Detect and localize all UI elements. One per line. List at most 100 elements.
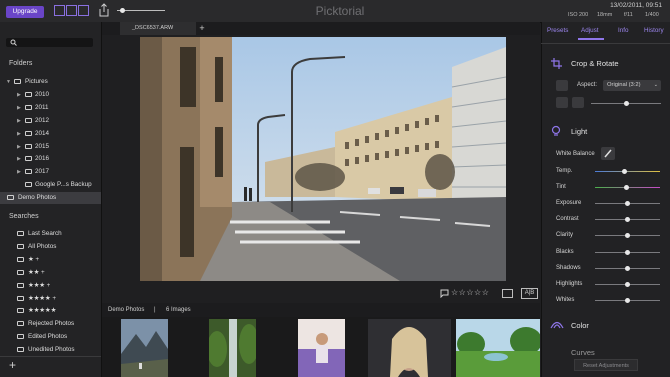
flag-icon[interactable] (440, 289, 449, 298)
iso-value: ISO 200 (568, 12, 589, 18)
slider-knob[interactable] (625, 265, 630, 271)
toggle-left-panel-icon[interactable] (54, 5, 65, 16)
sidebar-item-search[interactable]: ★ + (0, 254, 101, 266)
sidebar-item-search[interactable]: ★★ + (0, 267, 101, 279)
light-title: Light (571, 127, 588, 136)
adjustment-slider[interactable] (595, 249, 660, 255)
slider-label: Temp. (556, 168, 573, 174)
slider-label: Tint (556, 184, 566, 191)
slider-knob[interactable] (621, 169, 627, 174)
add-folder-button[interactable]: + (9, 358, 16, 372)
file-tab[interactable]: _DSC6537.ARW (120, 22, 196, 35)
compare-grid-icon[interactable] (502, 289, 513, 298)
rotate-left-button[interactable] (556, 97, 568, 108)
add-tab-button[interactable]: + (197, 22, 207, 35)
expand-icon[interactable]: ▶ (17, 141, 21, 153)
adjustment-slider[interactable] (595, 281, 660, 287)
tab-info[interactable]: Info (618, 27, 629, 34)
expand-icon[interactable]: ▶ (17, 89, 21, 101)
slider-knob[interactable] (625, 281, 630, 287)
upgrade-button[interactable]: Upgrade (6, 6, 44, 18)
share-icon[interactable] (98, 3, 110, 17)
expand-icon[interactable]: ▶ (17, 128, 21, 140)
adjustment-slider[interactable] (595, 265, 660, 271)
sidebar-item-folder[interactable]: ▶ 2011 (0, 102, 101, 114)
straighten-slider[interactable] (591, 101, 661, 106)
sidebar-item-search[interactable]: Unedited Photos (0, 344, 101, 356)
file-tab-label: _DSC6537.ARW (132, 25, 174, 31)
star-rating[interactable]: ☆☆☆☆☆ (451, 288, 489, 297)
capture-date: 13/02/2011, 09:51 (610, 2, 662, 9)
search-input[interactable] (6, 38, 93, 47)
adjustment-slider[interactable] (595, 201, 660, 207)
adjustment-slider[interactable] (595, 185, 660, 191)
thumbnail[interactable] (298, 319, 345, 377)
smart-folder-icon (17, 256, 24, 262)
adjustment-slider[interactable] (595, 217, 660, 223)
sidebar-item-label: Google P...s Backup (35, 181, 92, 189)
main-photo[interactable] (140, 37, 506, 281)
folder-icon (25, 130, 32, 136)
sidebar-item-search[interactable]: ★★★ + (0, 280, 101, 292)
sidebar-item-folder[interactable]: ▶ 2014 (0, 128, 101, 140)
tab-adjust[interactable]: Adjust (581, 27, 599, 34)
sidebar-item-folder[interactable]: ▶ 2017 (0, 166, 101, 178)
image-count: 6 Images (166, 307, 191, 313)
sidebar-item-folder[interactable]: ▶ 2012 (0, 115, 101, 127)
adjustment-slider[interactable] (595, 169, 660, 174)
folder-icon (25, 91, 32, 97)
sidebar-item-folder[interactable]: ▼ Pictures (0, 76, 101, 88)
white-balance-label: White Balance (556, 151, 595, 157)
toggle-right-panel-icon[interactable] (78, 5, 89, 16)
expand-icon[interactable]: ▶ (17, 153, 21, 165)
sidebar-item-label: Pictures (25, 78, 48, 85)
eyedropper-icon[interactable] (601, 147, 615, 160)
color-palette-icon (550, 321, 564, 329)
adjustment-slider[interactable] (595, 297, 660, 303)
folder-icon (25, 117, 32, 123)
ab-compare-button[interactable]: A|B (521, 288, 538, 299)
expand-icon[interactable]: ▶ (17, 102, 21, 114)
folder-icon (7, 195, 14, 201)
slider-label: Contrast (556, 216, 579, 223)
thumbnail-size-slider[interactable] (117, 8, 165, 13)
sidebar-item-search[interactable]: Last Search (0, 228, 101, 240)
tab-history[interactable]: History (644, 27, 664, 34)
slider-knob[interactable] (623, 185, 629, 191)
expand-icon[interactable]: ▶ (17, 115, 21, 127)
smart-folder-icon (17, 231, 24, 236)
sidebar-item-search[interactable]: ★★★★ + (0, 293, 101, 305)
sidebar-item-search[interactable]: Edited Photos (0, 331, 101, 343)
thumbnail[interactable] (456, 319, 540, 377)
slider-knob[interactable] (625, 249, 630, 255)
panel-divider (541, 43, 670, 44)
sidebar-item-label: 2011 (35, 103, 49, 111)
crop-tool-button[interactable] (556, 80, 568, 91)
folder-icon (25, 143, 32, 149)
sidebar-item-search[interactable]: ★★★★★ (0, 305, 101, 317)
sidebar-item-folder[interactable]: ▶ 2010 (0, 89, 101, 101)
sidebar-item-folder[interactable]: Google P...s Backup (0, 179, 101, 191)
sidebar-item-search[interactable]: All Photos (0, 241, 101, 253)
aspect-dropdown[interactable]: Original (3:2) ⌄ (603, 80, 661, 91)
thumbnail[interactable] (368, 319, 451, 377)
sidebar-item-folder[interactable]: Demo Photos (0, 192, 101, 205)
smart-folder-icon (17, 295, 24, 301)
rotate-right-button[interactable] (572, 97, 584, 108)
sidebar-item-search[interactable]: Rejected Photos (0, 318, 101, 330)
slider-label: Highlights (556, 280, 583, 287)
sidebar-item-folder[interactable]: ▶ 2015 (0, 141, 101, 153)
adjustment-slider[interactable] (595, 233, 660, 239)
thumbnail[interactable] (209, 319, 256, 377)
expand-icon[interactable]: ▶ (17, 166, 21, 178)
collapse-icon[interactable]: ▼ (6, 76, 11, 88)
slider-knob[interactable] (625, 297, 630, 303)
sidebar-item-label: Edited Photos (28, 333, 68, 341)
thumbnail[interactable] (121, 319, 168, 377)
reset-adjustments-button[interactable]: Reset Adjustments (574, 359, 638, 371)
sidebar-item-folder[interactable]: ▶ 2016 (0, 153, 101, 165)
smart-folder-icon (17, 282, 24, 288)
smart-folder-icon (17, 321, 24, 327)
toggle-filmstrip-icon[interactable] (66, 5, 77, 16)
tab-presets[interactable]: Presets (547, 27, 568, 34)
